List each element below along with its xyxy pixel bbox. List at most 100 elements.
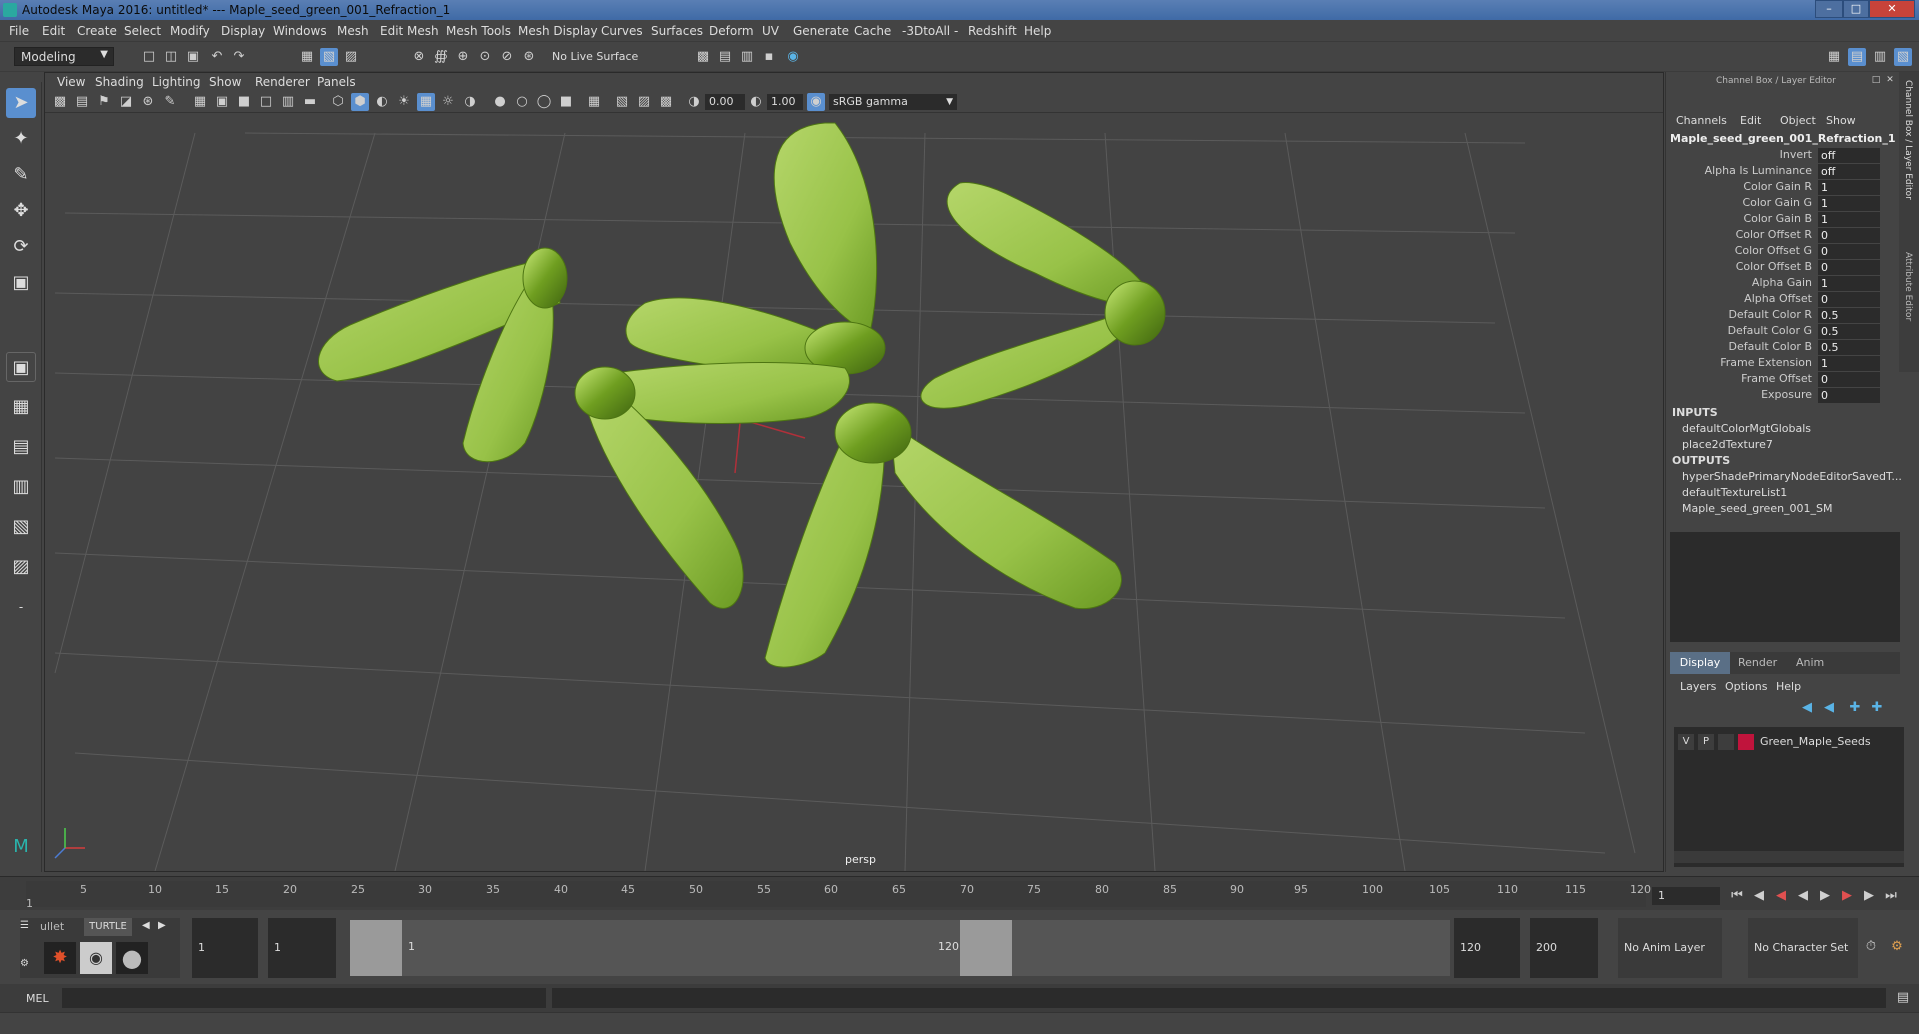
start-time-field[interactable]: 1 [192,918,258,978]
motion-blur-icon[interactable]: ○ [513,93,531,111]
cb-menu-show[interactable]: Show [1826,114,1856,127]
menu-surfaces[interactable]: Surfaces [651,24,703,38]
step-back-frame-icon[interactable]: ◀ [1750,887,1768,905]
attr-value[interactable]: 0.5 [1818,308,1880,323]
channel-box-icon[interactable]: ▧ [1894,48,1912,66]
input-node[interactable]: place2dTexture7 [1682,438,1773,451]
exposure-field[interactable]: 0.00 [705,94,745,110]
shelf-render-icon[interactable]: ◉ [80,942,112,974]
tab-render[interactable]: Render [1738,656,1777,669]
menu-generate[interactable]: Generate [793,24,849,38]
select-tool-icon[interactable]: ➤ [6,88,36,118]
attr-value[interactable]: 0 [1818,244,1880,259]
textured-icon[interactable]: ▦ [417,93,435,111]
menu-mesh-tools[interactable]: Mesh Tools [446,24,511,38]
menu-create[interactable]: Create [77,24,117,38]
render-view-icon[interactable]: ▩ [694,48,712,66]
panel-menu-view[interactable]: View [57,75,85,89]
menu-mesh-display[interactable]: Mesh Display [518,24,598,38]
step-forward-frame-icon[interactable]: ▶ [1860,887,1878,905]
grid-toggle-icon[interactable]: ▦ [191,93,209,111]
snap-vertex-icon[interactable]: ⊛ [520,48,538,66]
attr-value[interactable]: 0 [1818,228,1880,243]
step-forward-key-icon[interactable]: ▶ [1838,887,1856,905]
select-component-icon[interactable]: ▨ [342,48,360,66]
shelf-menu-icon[interactable]: ☰ [20,920,30,931]
snap-surface-icon[interactable]: ⊘ [498,48,516,66]
menu-mesh[interactable]: Mesh [337,24,369,38]
layer-name[interactable]: Green_Maple_Seeds [1760,735,1871,748]
menu-help[interactable]: Help [1024,24,1051,38]
gate-mask-icon[interactable]: □ [257,93,275,111]
command-input[interactable] [62,988,546,1008]
menu-cache[interactable]: Cache [854,24,891,38]
view-transform-dropdown[interactable]: sRGB gamma ▼ [829,94,957,110]
time-slider[interactable]: 1 5 10 15 20 25 30 35 40 45 50 55 60 65 … [0,876,1919,910]
select-hierarchy-icon[interactable]: ▦ [298,48,316,66]
modeling-toolkit-icon[interactable]: ▦ [1825,48,1843,66]
close-window-button[interactable]: ✕ [1869,0,1915,18]
anim-layer-dropdown[interactable]: No Anim Layer [1618,918,1722,978]
output-node[interactable]: hyperShadePrimaryNodeEditorSavedT... [1682,470,1902,483]
tab-anim[interactable]: Anim [1796,656,1824,669]
exposure-icon[interactable]: ◑ [685,93,703,111]
script-editor-icon[interactable]: ▤ [1894,989,1912,1007]
play-forwards-icon[interactable]: ▶ [1816,887,1834,905]
scale-tool-icon[interactable]: ▣ [6,268,36,298]
layer-scrollbar[interactable] [1674,851,1904,863]
current-frame-field[interactable]: 1 [1652,887,1720,905]
image-plane-icon[interactable]: ◪ [117,93,135,111]
menu-uv[interactable]: UV [762,24,779,38]
camera-select-icon[interactable]: ▩ [51,93,69,111]
side-tab-channelbox[interactable]: Channel Box / Layer Editor [1903,80,1913,200]
layout-outliner-icon[interactable]: ▥ [6,472,36,502]
lasso-tool-icon[interactable]: ✦ [6,124,36,154]
panel-menu-show[interactable]: Show [209,75,241,89]
gamma-field[interactable]: 1.00 [767,94,803,110]
shelf-settings-icon[interactable]: ⚙ [20,958,32,969]
cb-menu-edit[interactable]: Edit [1740,114,1761,127]
shadows-icon[interactable]: ◑ [461,93,479,111]
layout-hypershade-icon[interactable]: ▧ [6,512,36,542]
menu-redshift[interactable]: Redshift [968,24,1017,38]
attr-value[interactable]: 1 [1818,180,1880,195]
smooth-shade-icon[interactable]: ⬢ [351,93,369,111]
auto-key-icon[interactable]: ⏱ [1862,938,1880,956]
ambient-occlusion-icon[interactable]: ● [491,93,509,111]
attr-value[interactable]: off [1818,148,1880,163]
go-to-end-icon[interactable]: ⏭ [1882,887,1900,905]
snap-point-icon[interactable]: ⊕ [454,48,472,66]
grease-pencil-icon[interactable]: ✎ [161,93,179,111]
panel-menu-lighting[interactable]: Lighting [152,75,201,89]
maximize-button[interactable]: □ [1843,0,1869,18]
range-handle-end[interactable] [960,920,1012,976]
3d-scene[interactable] [45,113,1663,871]
anti-alias-icon[interactable]: ◯ [535,93,553,111]
attr-value[interactable]: 0 [1818,388,1880,403]
all-lights-icon[interactable]: ☼ [439,93,457,111]
snap-view-icon[interactable]: ⊙ [476,48,494,66]
menu-edit-mesh[interactable]: Edit Mesh [380,24,439,38]
new-layer-icon[interactable]: ✚ [1846,699,1864,717]
menu-display[interactable]: Display [221,24,265,38]
layer-row[interactable]: V P Green_Maple_Seeds [1674,733,1896,751]
move-tool-icon[interactable]: ✥ [6,196,36,226]
layout-custom-icon[interactable]: - [6,592,36,622]
color-management-icon[interactable]: ◉ [807,93,825,111]
single-view-icon[interactable]: ▣ [6,352,36,382]
attr-value[interactable]: 0 [1818,292,1880,307]
attr-value[interactable]: 0.5 [1818,324,1880,339]
tab-display[interactable]: Display [1670,652,1730,674]
menu-3dtoall[interactable]: -3DtoAll - [902,24,958,38]
xray-components-icon[interactable]: ▩ [657,93,675,111]
snap-curve-icon[interactable]: ∰ [432,48,450,66]
paint-select-icon[interactable]: ✎ [6,160,36,190]
menu-deform[interactable]: Deform [709,24,754,38]
script-language-label[interactable]: MEL [26,992,49,1005]
minimize-button[interactable]: – [1815,0,1843,18]
ipr-render-icon[interactable]: ▥ [738,48,756,66]
panel-menu-shading[interactable]: Shading [95,75,144,89]
layout-render-icon[interactable]: ▨ [6,552,36,582]
side-tab-attribute-editor[interactable]: Attribute Editor [1903,252,1913,321]
attr-value[interactable]: off [1818,164,1880,179]
